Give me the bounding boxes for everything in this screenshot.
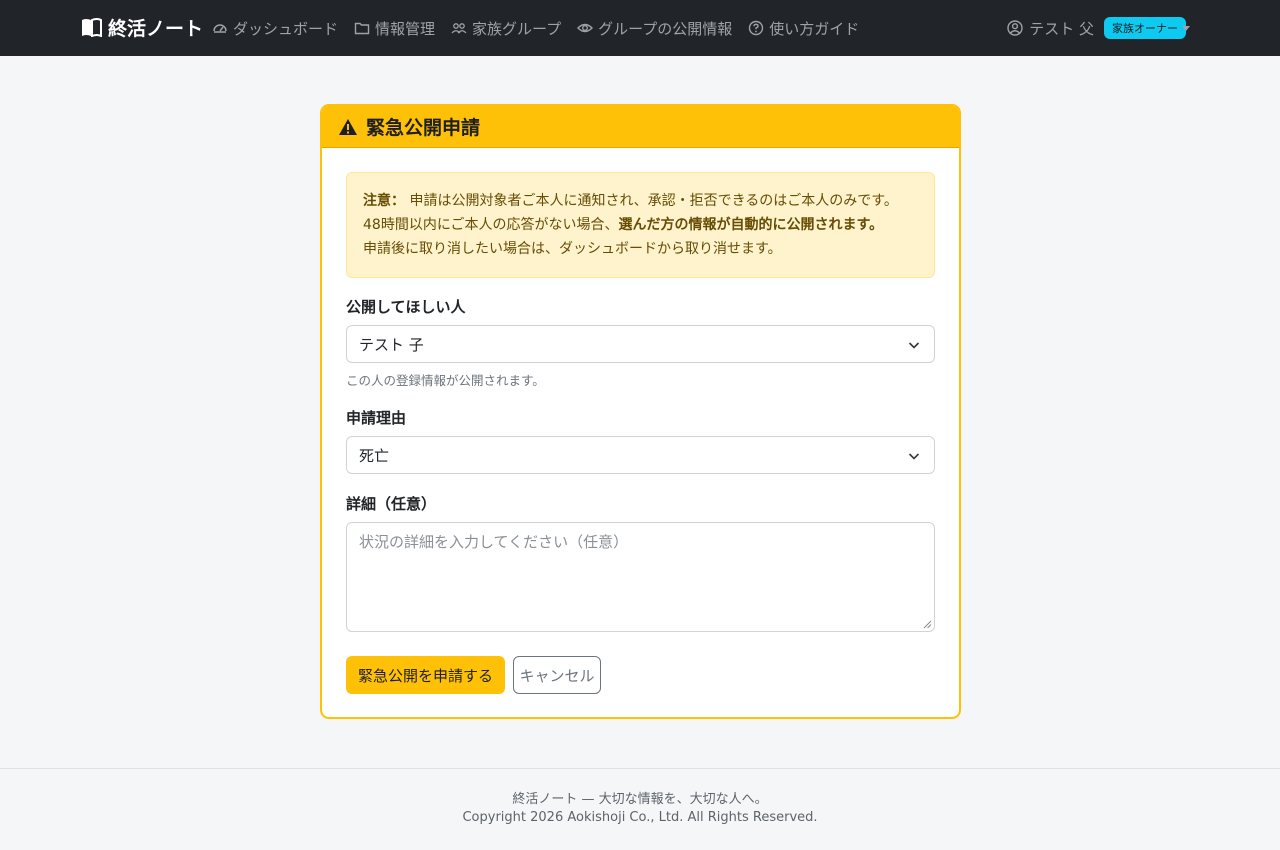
nav-label-info-management: 情報管理 — [375, 19, 436, 38]
speedometer-icon — [213, 24, 227, 33]
reason-label: 申請理由 — [346, 409, 407, 427]
detail-textarea[interactable]: 状況の詳細を入力してください（任意） — [346, 522, 935, 632]
nav-item-guide[interactable]: 使い方ガイド — [748, 18, 859, 39]
nav-item-dashboard[interactable]: ダッシュボード — [212, 18, 338, 39]
alert-text-2-bold: 選んだ方の情報が自動的に公開されます。 — [618, 217, 884, 233]
target-person-help: この人の登録情報が公開されます。 — [346, 373, 545, 388]
role-badge: 家族オーナー — [1104, 17, 1186, 39]
alert-line-2: 48時間以内にご本人の応答がない場合、選んだ方の情報が自動的に公開されます。 — [363, 213, 918, 237]
target-person-select[interactable]: テスト 子 — [346, 325, 935, 363]
top-navbar: 終活ノート ダッシュボード 情報管理 家族グループ グループの公開情報 使い方ガ… — [0, 0, 1280, 56]
nav-label-group-public-info: グループの公開情報 — [598, 19, 733, 38]
alert-text-1: 申請は公開対象者ご本人に通知され、承認・拒否できるのはご本人のみです。 — [409, 193, 898, 209]
user-menu-toggle[interactable]: テスト 父 家族オーナー — [1007, 0, 1186, 56]
nav-links: ダッシュボード 情報管理 家族グループ グループの公開情報 使い方ガイド — [212, 0, 859, 56]
dropdown-caret-icon[interactable] — [1182, 26, 1190, 31]
brand-name: 終活ノート — [108, 18, 204, 40]
alert-text-3: 申請後に取り消したい場合は、ダッシュボードから取り消せます。 — [363, 241, 782, 257]
question-circle-icon — [749, 20, 764, 36]
card-title: 緊急公開申請 — [366, 117, 481, 139]
folder-icon — [354, 22, 370, 35]
nav-label-dashboard: ダッシュボード — [233, 19, 339, 38]
nav-item-group-public-info[interactable]: グループの公開情報 — [577, 18, 732, 39]
submit-emergency-button[interactable]: 緊急公開を申請する — [346, 656, 505, 694]
footer: 終活ノート — 大切な情報を、大切な人へ。 Copyright 2026 Aok… — [0, 768, 1280, 850]
brand-link[interactable]: 終活ノート — [81, 14, 203, 41]
alert-line-1: 注意： 申請は公開対象者ご本人に通知され、承認・拒否できるのはご本人のみです。 — [363, 189, 918, 213]
nav-item-info-management[interactable]: 情報管理 — [354, 18, 435, 39]
card-header: 緊急公開申請 — [322, 106, 959, 148]
emergency-request-card: 緊急公開申請 注意： 申請は公開対象者ご本人に通知され、承認・拒否できるのはご本… — [320, 104, 961, 719]
reason-select[interactable]: 死亡 — [346, 436, 935, 474]
book-icon — [82, 18, 102, 37]
nav-label-guide: 使い方ガイド — [769, 19, 860, 38]
nav-label-family-group: 家族グループ — [472, 19, 562, 38]
alert-label: 注意： — [363, 193, 405, 209]
target-person-value: テスト 子 — [359, 335, 424, 354]
eye-icon — [577, 23, 594, 33]
person-circle-icon — [1007, 20, 1023, 36]
target-person-label: 公開してほしい人 — [346, 298, 466, 316]
chevron-down-icon — [908, 453, 920, 460]
people-icon — [451, 23, 467, 34]
warning-alert: 注意： 申請は公開対象者ご本人に通知され、承認・拒否できるのはご本人のみです。 … — [346, 172, 935, 278]
nav-item-family-group[interactable]: 家族グループ — [451, 18, 561, 39]
resize-grip-icon[interactable] — [923, 620, 932, 629]
footer-tagline: 終活ノート — 大切な情報を、大切な人へ。 — [512, 792, 768, 807]
cancel-button[interactable]: キャンセル — [513, 656, 601, 694]
detail-placeholder: 状況の詳細を入力してください（任意） — [359, 533, 629, 551]
warning-triangle-icon — [339, 118, 357, 135]
detail-label: 詳細（任意） — [346, 495, 437, 513]
footer-copyright: Copyright 2026 Aokishoji Co., Ltd. All R… — [462, 810, 818, 825]
alert-text-2: 48時間以内にご本人の応答がない場合、 — [363, 217, 619, 233]
chevron-down-icon — [908, 342, 920, 349]
user-name: テスト 父 — [1029, 19, 1094, 38]
reason-value: 死亡 — [359, 446, 390, 465]
